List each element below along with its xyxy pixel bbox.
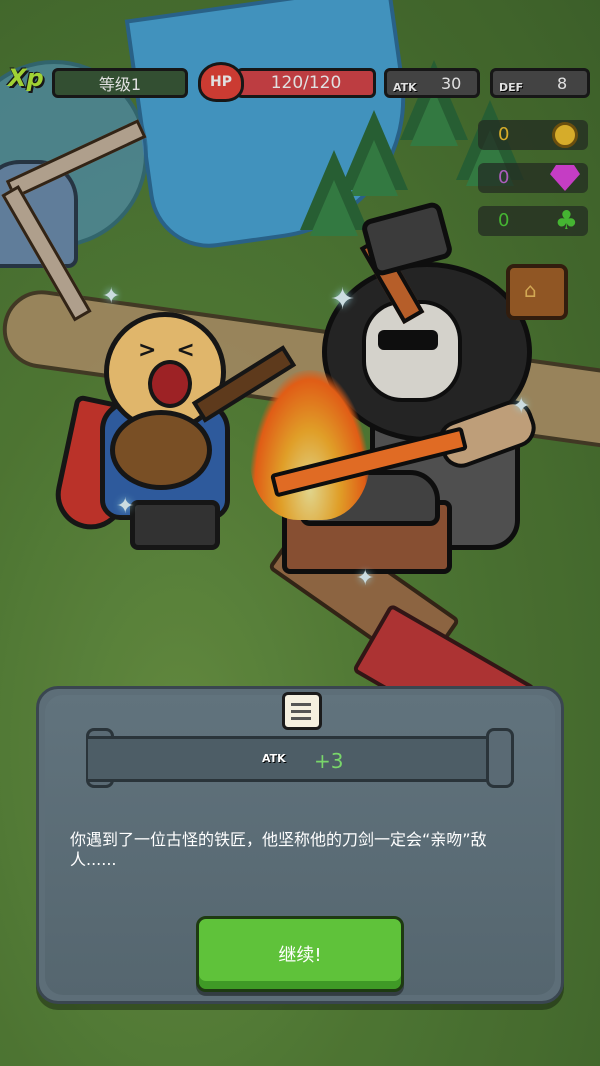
continue-label: 继续! [278, 945, 322, 966]
scroll-icon [282, 692, 322, 730]
sword-icon: ATK [262, 752, 286, 765]
continue-button[interactable]: 继续! [196, 916, 404, 992]
reward-value: +3 [314, 749, 344, 773]
banner-right-end [486, 728, 514, 788]
event-description: 你遇到了一位古怪的铁匠，他坚称他的刀剑一定会“亲吻”敌人...... [70, 830, 487, 869]
